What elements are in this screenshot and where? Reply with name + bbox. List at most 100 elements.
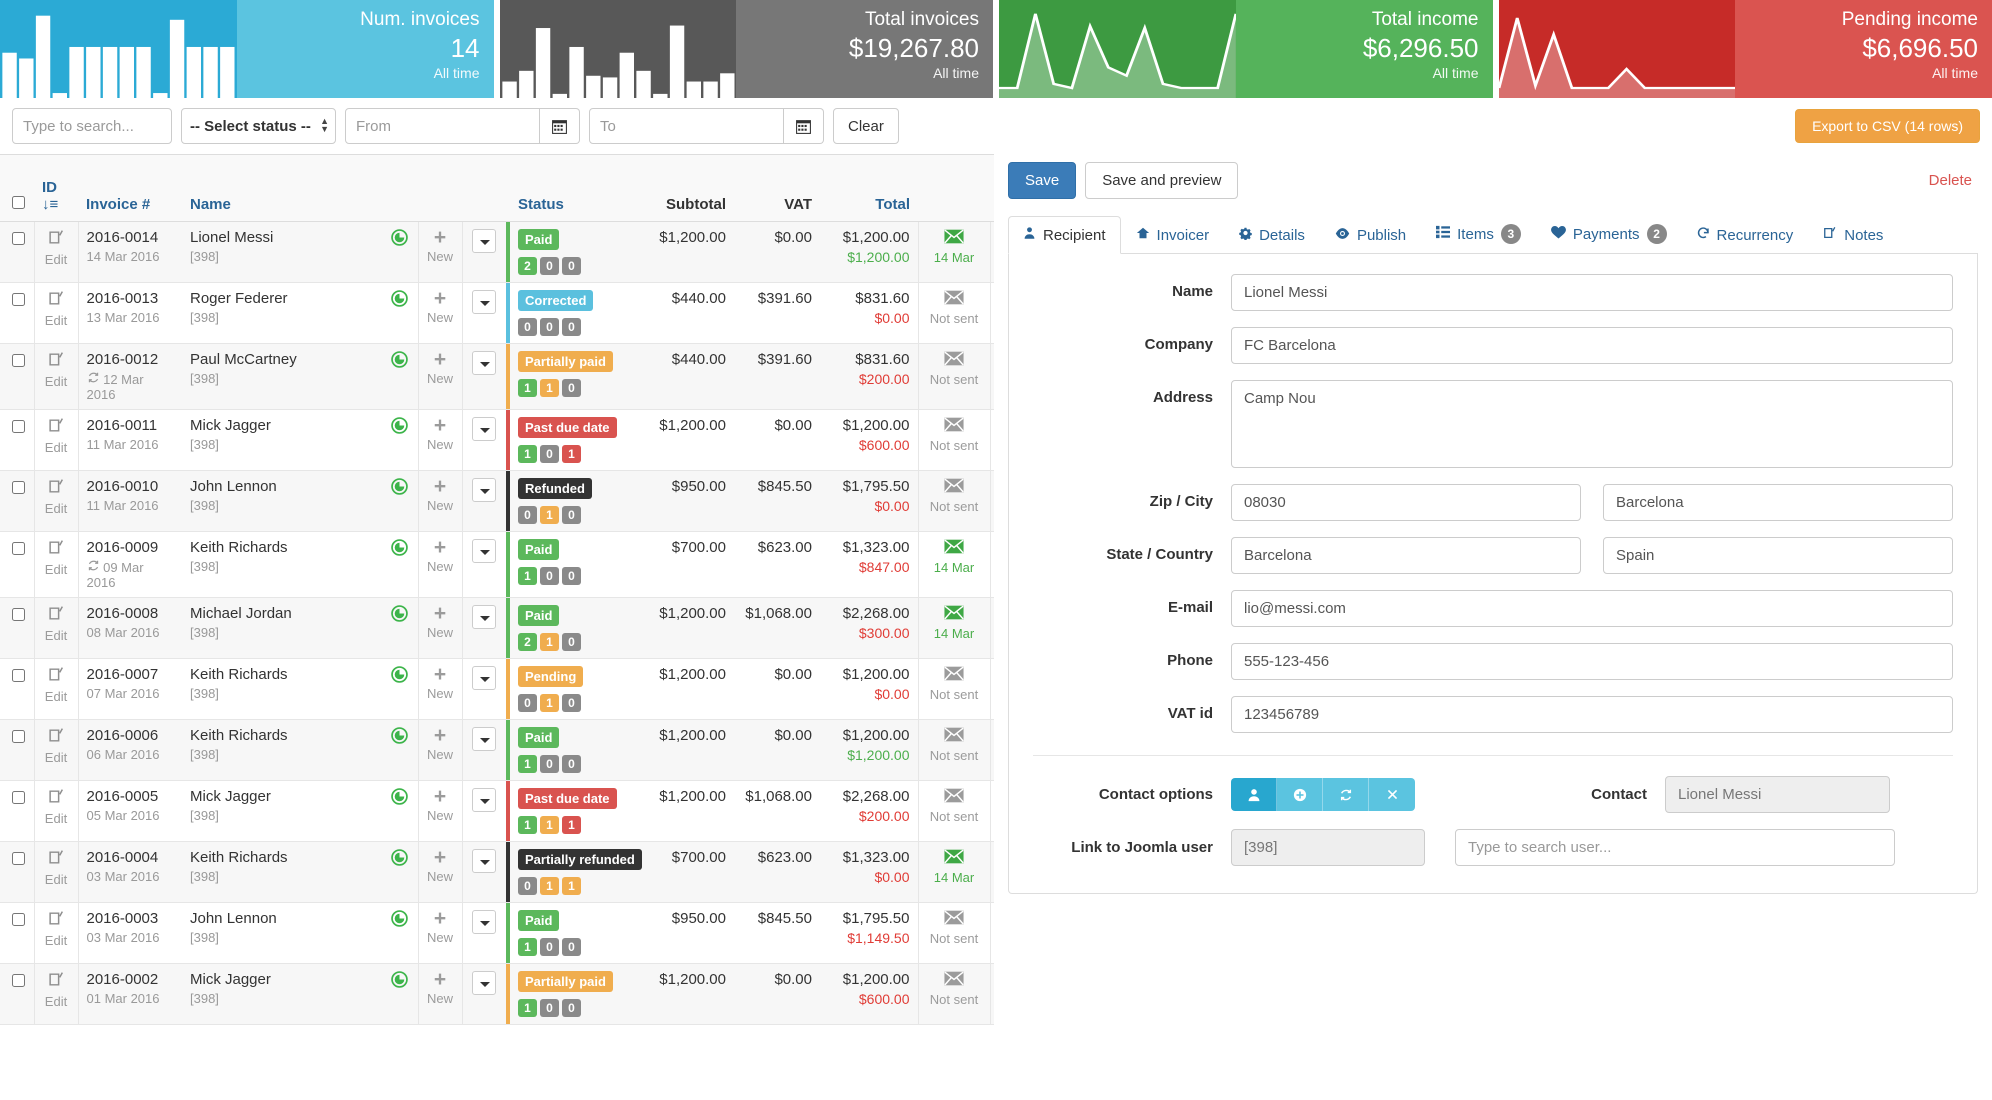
edit-icon[interactable] (48, 539, 65, 560)
row-edit-cell[interactable]: Edit (33, 470, 78, 532)
row-checkbox[interactable] (12, 668, 25, 682)
eye-icon[interactable] (391, 848, 409, 870)
eye-icon[interactable] (391, 909, 409, 931)
row-dropdown-cell[interactable] (461, 531, 506, 598)
eye-icon[interactable] (391, 970, 409, 992)
plus-icon[interactable]: + (427, 664, 454, 685)
chevron-down-icon[interactable] (472, 909, 497, 934)
row-edit-cell[interactable]: Edit (33, 963, 78, 1025)
envelope-icon[interactable] (944, 478, 964, 497)
edit-icon[interactable] (48, 478, 65, 499)
row-preview-cell[interactable] (382, 719, 418, 781)
name-input[interactable] (1231, 274, 1953, 311)
chevron-down-icon[interactable] (472, 228, 497, 253)
row-new-cell[interactable]: + New (417, 902, 462, 964)
add-contact-icon-button[interactable] (1277, 778, 1323, 811)
state-input[interactable] (1231, 537, 1581, 574)
tab-publish[interactable]: Publish (1320, 217, 1421, 254)
tab-payments[interactable]: Payments 2 (1536, 214, 1682, 254)
envelope-icon[interactable] (944, 539, 964, 558)
row-dropdown-cell[interactable] (461, 780, 506, 842)
table-row[interactable]: Edit 2016-0010 11 Mar 2016 John Lennon [… (0, 470, 994, 532)
edit-icon[interactable] (48, 351, 65, 372)
row-edit-cell[interactable]: Edit (33, 282, 78, 344)
row-mail-cell[interactable]: 14 Mar (917, 597, 990, 659)
company-input[interactable] (1231, 327, 1953, 364)
table-row[interactable]: Edit 2016-0011 11 Mar 2016 Mick Jagger [… (0, 409, 994, 471)
row-preview-cell[interactable] (382, 902, 418, 964)
row-mail-cell[interactable]: Not sent (917, 780, 990, 842)
row-mail-cell[interactable]: Not sent (917, 963, 990, 1025)
row-preview-cell[interactable] (382, 963, 418, 1025)
envelope-icon[interactable] (944, 605, 964, 624)
edit-icon[interactable] (48, 229, 65, 250)
envelope-icon[interactable] (944, 666, 964, 685)
envelope-icon[interactable] (944, 417, 964, 436)
row-new-cell[interactable]: + New (417, 221, 462, 283)
row-new-cell[interactable]: + New (417, 719, 462, 781)
edit-icon[interactable] (48, 788, 65, 809)
zip-input[interactable] (1231, 484, 1581, 521)
row-dropdown-cell[interactable] (461, 841, 506, 903)
table-row[interactable]: Edit 2016-0013 13 Mar 2016 Roger Federer… (0, 282, 994, 344)
row-edit-cell[interactable]: Edit (33, 780, 78, 842)
row-checkbox[interactable] (12, 912, 25, 926)
edit-icon[interactable] (48, 971, 65, 992)
chevron-down-icon[interactable] (472, 538, 497, 563)
table-row[interactable]: Edit 2016-0003 03 Mar 2016 John Lennon [… (0, 902, 994, 964)
chevron-down-icon[interactable] (472, 416, 497, 441)
row-checkbox[interactable] (12, 851, 25, 865)
search-input[interactable] (12, 108, 172, 144)
phone-input[interactable] (1231, 643, 1953, 680)
chevron-down-icon[interactable] (472, 787, 497, 812)
email-input[interactable] (1231, 590, 1953, 627)
row-checkbox[interactable] (12, 480, 25, 494)
row-preview-cell[interactable] (382, 531, 418, 598)
table-row[interactable]: Edit 2016-0006 06 Mar 2016 Keith Richard… (0, 719, 994, 781)
row-edit-cell[interactable]: Edit (33, 221, 78, 283)
total-header[interactable]: Total (820, 155, 918, 222)
row-edit-cell[interactable]: Edit (33, 902, 78, 964)
eye-icon[interactable] (391, 350, 409, 372)
date-to-input[interactable] (589, 108, 784, 144)
refresh-icon-button[interactable] (1323, 778, 1369, 811)
calendar-icon-to[interactable] (784, 108, 824, 144)
plus-icon[interactable]: + (427, 908, 454, 929)
delete-button[interactable]: Delete (1923, 171, 1978, 190)
row-mail-cell[interactable]: Not sent (917, 343, 990, 410)
edit-icon[interactable] (48, 605, 65, 626)
row-edit-cell[interactable]: Edit (33, 841, 78, 903)
close-icon-button[interactable] (1369, 778, 1415, 811)
table-row[interactable]: Edit 2016-0005 05 Mar 2016 Mick Jagger [… (0, 780, 994, 842)
name-header[interactable]: Name (182, 155, 382, 222)
city-input[interactable] (1603, 484, 1953, 521)
row-checkbox[interactable] (12, 419, 25, 433)
joomla-user-search-input[interactable] (1455, 829, 1895, 866)
select-all-checkbox[interactable] (12, 195, 25, 209)
plus-icon[interactable]: + (427, 603, 454, 624)
eye-icon[interactable] (391, 477, 409, 499)
plus-icon[interactable]: + (427, 415, 454, 436)
plus-icon[interactable]: + (427, 847, 454, 868)
chevron-down-icon[interactable] (472, 970, 497, 995)
export-csv-button[interactable]: Export to CSV (14 rows) (1795, 109, 1980, 143)
row-dropdown-cell[interactable] (461, 658, 506, 720)
clear-button[interactable]: Clear (833, 108, 899, 144)
edit-icon[interactable] (48, 290, 65, 311)
tab-details[interactable]: Details (1224, 216, 1320, 254)
row-edit-cell[interactable]: Edit (33, 531, 78, 598)
row-checkbox[interactable] (12, 292, 25, 306)
envelope-icon[interactable] (944, 971, 964, 990)
envelope-icon[interactable] (944, 910, 964, 929)
plus-icon[interactable]: + (427, 349, 454, 370)
row-dropdown-cell[interactable] (461, 409, 506, 471)
chevron-down-icon[interactable] (472, 726, 497, 751)
eye-icon[interactable] (391, 604, 409, 626)
row-mail-cell[interactable]: Not sent (917, 719, 990, 781)
table-row[interactable]: Edit 2016-0002 01 Mar 2016 Mick Jagger [… (0, 963, 994, 1025)
row-new-cell[interactable]: + New (417, 658, 462, 720)
eye-icon[interactable] (391, 665, 409, 687)
row-mail-cell[interactable]: Not sent (917, 282, 990, 344)
row-mail-cell[interactable]: Not sent (917, 409, 990, 471)
table-row[interactable]: Edit 2016-0014 14 Mar 2016 Lionel Messi … (0, 221, 994, 283)
